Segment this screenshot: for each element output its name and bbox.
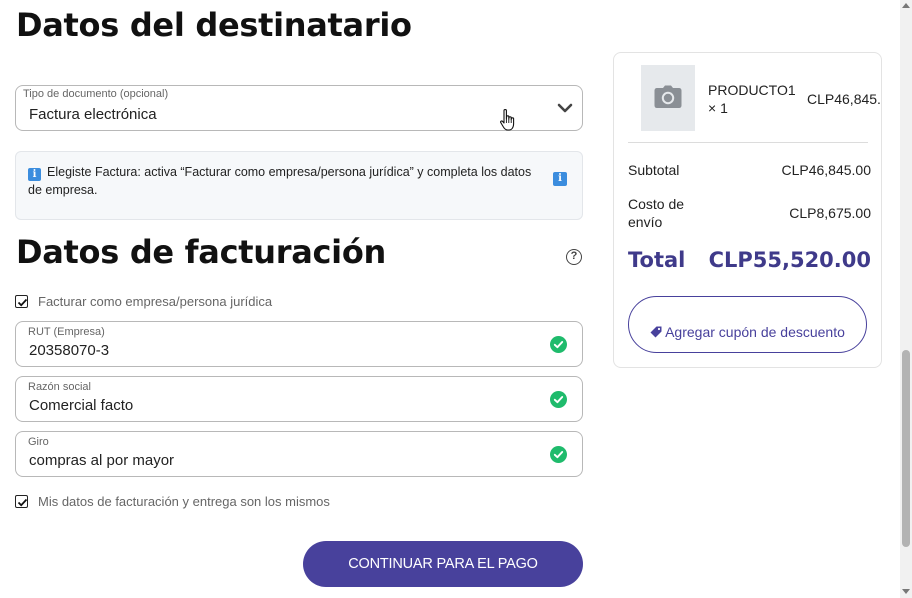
info-icon: i	[28, 168, 41, 181]
help-icon[interactable]: ?	[566, 249, 582, 265]
check-circle-icon	[550, 391, 567, 408]
document-type-label: Tipo de documento (opcional)	[23, 88, 169, 100]
same-data-checkbox-row[interactable]: Mis datos de facturación y entrega son l…	[15, 494, 330, 509]
shipping-label: Costo de envío	[628, 196, 685, 230]
summary-divider	[628, 142, 868, 143]
same-data-checkbox-label: Mis datos de facturación y entrega son l…	[38, 494, 330, 509]
add-coupon-button[interactable]: Agregar cupón de descuento	[628, 296, 867, 353]
add-coupon-label: Agregar cupón de descuento	[665, 323, 845, 340]
billing-title: Datos de facturación	[16, 233, 387, 271]
invoice-info-message: Elegiste Factura: activa “Facturar como …	[28, 165, 532, 197]
company-checkbox[interactable]	[15, 295, 28, 308]
product-quantity: × 1	[708, 100, 728, 116]
chevron-down-icon	[557, 103, 573, 113]
scroll-down-arrow-icon[interactable]	[902, 589, 910, 594]
continue-to-payment-button[interactable]: CONTINUAR PARA EL PAGO	[303, 541, 583, 587]
checkmark-icon	[17, 298, 28, 307]
check-circle-icon	[550, 446, 567, 463]
recipient-title: Datos del destinatario	[16, 6, 412, 44]
business-name-field[interactable]: Razón social	[15, 376, 583, 422]
invoice-info-text: i Elegiste Factura: activa “Facturar como…	[28, 163, 538, 199]
page-scrollbar[interactable]	[900, 0, 912, 598]
document-type-select[interactable]: Tipo de documento (opcional) Factura ele…	[15, 85, 583, 131]
rut-label: RUT (Empresa)	[28, 326, 105, 338]
tag-icon	[650, 326, 662, 337]
document-type-value: Factura electrónica	[29, 106, 157, 123]
company-checkbox-label: Facturar como empresa/persona jurídica	[38, 294, 273, 309]
business-line-field[interactable]: Giro	[15, 431, 583, 477]
scroll-up-arrow-icon[interactable]	[902, 3, 910, 8]
subtotal-value: CLP46,845.00	[781, 162, 871, 178]
rut-field[interactable]: RUT (Empresa)	[15, 321, 583, 367]
total-label: Total	[628, 248, 686, 272]
camera-icon	[654, 85, 682, 108]
same-data-checkbox[interactable]	[15, 495, 28, 508]
company-checkbox-row[interactable]: Facturar como empresa/persona jurídica	[15, 294, 272, 309]
product-name: PRODUCTO1	[708, 82, 796, 98]
business-line-input[interactable]	[29, 452, 529, 469]
business-name-input[interactable]	[29, 397, 529, 414]
order-summary: PRODUCTO1 × 1 CLP46,845.00 Subtotal CLP4…	[613, 52, 882, 368]
hand-pointer-cursor-icon	[500, 109, 515, 131]
scrollbar-thumb[interactable]	[902, 350, 910, 547]
product-thumbnail	[641, 65, 695, 131]
checkmark-icon	[17, 498, 28, 507]
rut-input[interactable]	[29, 342, 529, 359]
business-line-label: Giro	[28, 436, 49, 448]
subtotal-label: Subtotal	[628, 162, 680, 178]
product-price: CLP46,845.00	[807, 91, 881, 107]
check-circle-icon	[550, 336, 567, 353]
shipping-value: CLP8,675.00	[789, 205, 871, 221]
business-name-label: Razón social	[28, 381, 91, 393]
info-icon: i	[553, 172, 567, 186]
invoice-info-box: i Elegiste Factura: activa “Facturar como…	[15, 151, 583, 220]
total-value: CLP55,520.00	[708, 248, 871, 272]
